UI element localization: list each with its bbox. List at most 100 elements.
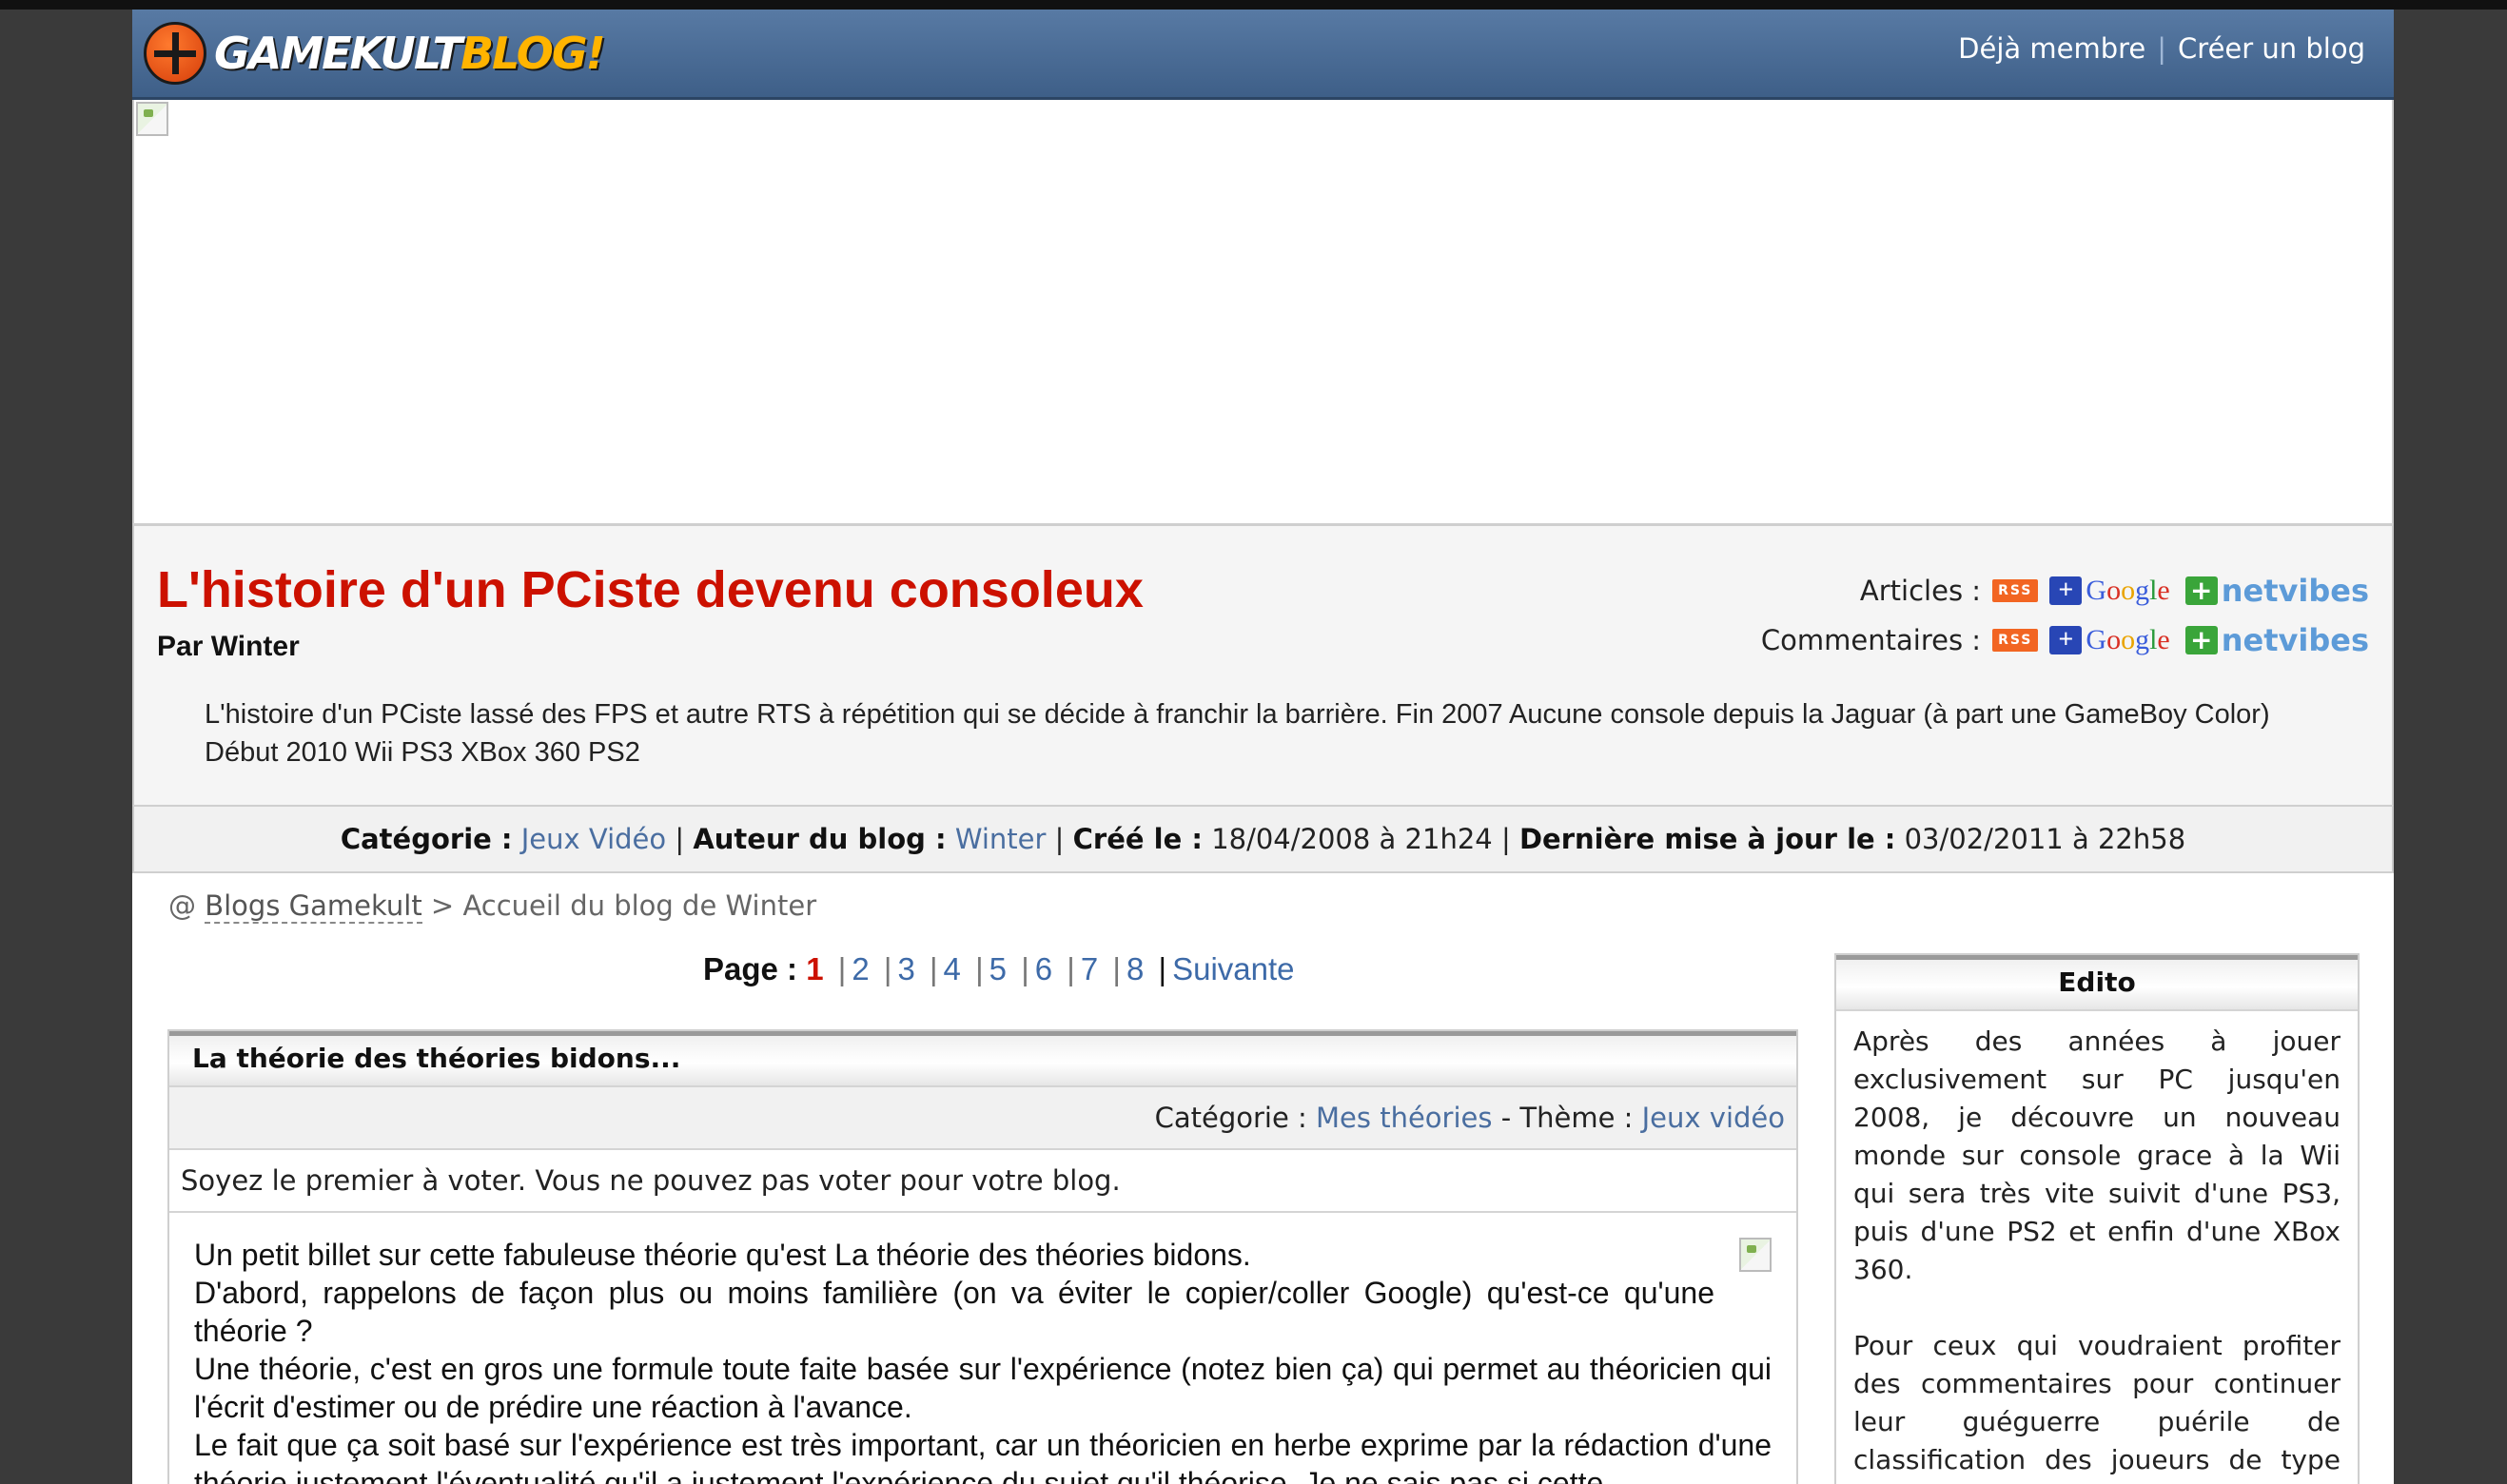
pagination-separator: | (1158, 951, 1167, 986)
article-vote-text: Soyez le premier à voter. Vous ne pouvez… (169, 1150, 1796, 1213)
pagination-separator: | (1067, 951, 1075, 986)
pagination-separator: | (929, 951, 938, 986)
pagination-separator: | (1021, 951, 1029, 986)
google-letter: G (2086, 575, 2107, 606)
article-theme-link[interactable]: Jeux vidéo (1642, 1102, 1785, 1134)
netvibes-label: netvibes (2221, 622, 2369, 658)
meta-separator: | (1054, 823, 1065, 855)
pagination: Page : 1 | 2 | 3 | 4 | 5 | 6 | 7 | 8 | Suivante (703, 951, 1295, 987)
pagination-separator: | (837, 951, 847, 986)
pagination-separator: | (883, 951, 892, 986)
google-letter: g (2135, 575, 2150, 606)
comments-feed-label: Commentaires : (1760, 624, 1982, 656)
comments-google-button[interactable]: + Go o g l e (2049, 624, 2170, 656)
author-label: Auteur du blog : (693, 823, 947, 855)
edito-title: Edito (1836, 955, 2358, 1011)
feed-subscriptions: Articles : RSS + Go o g l e + netvibes Comment… (1761, 566, 2369, 665)
page-link-2[interactable]: 2 (852, 951, 869, 986)
logo-blog-text: BLOG! (460, 28, 606, 79)
page-link-3[interactable]: 3 (897, 951, 914, 986)
articles-feed-label: Articles : (1859, 575, 1982, 607)
page-current: 1 (806, 951, 824, 986)
breadcrumb-home-link[interactable]: Blogs Gamekult (205, 889, 422, 924)
google-letter: e (2157, 624, 2170, 655)
edito-panel: Edito Après des années à jouer exclusive… (1834, 953, 2360, 1484)
plus-icon: + (2049, 576, 2083, 605)
pagination-separator: | (975, 951, 984, 986)
article-post: La théorie des théories bidons... Catégo… (167, 1029, 1798, 1484)
site-logo[interactable]: GAMEKULTBLOG! (144, 19, 606, 88)
google-letter: e (2157, 575, 2170, 606)
page-container: GAMEKULTBLOG! Déjà membre | Créer un blog … (132, 10, 2394, 1484)
page-link-7[interactable]: 7 (1081, 951, 1098, 986)
google-letter: G (2086, 624, 2107, 655)
edito-paragraph: Pour ceux qui voudraient profiter des co… (1853, 1330, 2341, 1484)
google-letter: o (2106, 575, 2122, 606)
article-category-bar: Catégorie : Mes théories - Thème : Jeux … (169, 1087, 1796, 1150)
logo-main-text: GAMEKULT (214, 28, 462, 79)
created-value: 18/04/2008 à 21h24 (1211, 823, 1493, 855)
author-link[interactable]: Winter (955, 823, 1047, 855)
meta-separator: | (675, 823, 685, 855)
header-links: Déjà membre | Créer un blog (1958, 32, 2365, 65)
updated-value: 03/02/2011 à 22h58 (1904, 823, 2186, 855)
ad-banner (132, 100, 2394, 523)
articles-rss-button[interactable]: RSS (1992, 579, 2039, 602)
article-theme-label: - Thème : (1500, 1102, 1634, 1134)
meta-separator: | (1500, 823, 1511, 855)
create-blog-link[interactable]: Créer un blog (2178, 32, 2365, 65)
articles-google-button[interactable]: + Go o g l e (2049, 575, 2170, 607)
google-letter: o (2121, 575, 2136, 606)
comments-feed-row: Commentaires : RSS + Go o g l e + netvibes (1761, 615, 2369, 665)
plus-icon: + (2184, 576, 2218, 605)
google-letter: l (2149, 575, 2158, 606)
comments-netvibes-button[interactable]: + netvibes (2184, 622, 2369, 658)
google-letter: l (2149, 624, 2158, 655)
page-link-8[interactable]: 8 (1126, 951, 1144, 986)
broken-image-icon[interactable] (136, 102, 168, 136)
page-link-6[interactable]: 6 (1035, 951, 1052, 986)
breadcrumb: @ Blogs Gamekult > Accueil du blog de Wi… (168, 889, 817, 924)
blog-title[interactable]: L'histoire d'un PCiste devenu consoleux (157, 560, 1144, 619)
site-header: GAMEKULTBLOG! Déjà membre | Créer un blog (132, 10, 2394, 100)
plus-icon: + (2049, 626, 2083, 654)
plus-icon: + (2184, 626, 2218, 654)
updated-label: Dernière mise à jour le : (1518, 823, 1896, 855)
comments-rss-button[interactable]: RSS (1992, 629, 2039, 652)
page-link-5[interactable]: 5 (989, 951, 1007, 986)
created-label: Créé le : (1072, 823, 1203, 855)
google-letter: o (2106, 624, 2122, 655)
broken-image-icon (1739, 1238, 1772, 1272)
breadcrumb-current: > Accueil du blog de Winter (430, 889, 817, 922)
article-paragraph: Une théorie, c'est en gros une formule t… (194, 1352, 1772, 1424)
articles-feed-row: Articles : RSS + Go o g l e + netvibes (1761, 566, 2369, 615)
page-link-4[interactable]: 4 (944, 951, 961, 986)
already-member-link[interactable]: Déjà membre (1958, 32, 2145, 65)
article-category-label: Catégorie : (1154, 1102, 1307, 1134)
category-label: Catégorie : (340, 823, 513, 855)
article-paragraph: Un petit billet sur cette fabuleuse théo… (194, 1238, 1251, 1272)
pagination-label: Page : (703, 951, 798, 986)
blog-author: Par Winter (157, 631, 300, 662)
netvibes-label: netvibes (2221, 573, 2369, 609)
article-paragraph: Le fait que ça soit basé sur l'expérienc… (194, 1428, 1772, 1484)
article-body: Un petit billet sur cette fabuleuse théo… (169, 1213, 1796, 1484)
edito-body: Après des années à jouer exclusivement s… (1836, 1011, 2358, 1484)
articles-netvibes-button[interactable]: + netvibes (2184, 573, 2369, 609)
top-border (0, 0, 2507, 10)
google-letter: g (2135, 624, 2150, 655)
article-paragraph: D'abord, rappelons de façon plus ou moin… (194, 1276, 1714, 1348)
article-title[interactable]: La théorie des théories bidons... (169, 1031, 1796, 1087)
header-link-separator: | (2157, 32, 2167, 65)
article-category-link[interactable]: Mes théories (1316, 1102, 1492, 1134)
pagination-separator: | (1112, 951, 1121, 986)
blog-description: L'histoire d'un PCiste lassé des FPS et … (205, 699, 2270, 768)
blog-meta-bar: Catégorie : Jeux Vidéo | Auteur du blog … (132, 805, 2394, 873)
edito-paragraph: Après des années à jouer exclusivement s… (1853, 1025, 2341, 1285)
breadcrumb-prefix: @ (168, 889, 196, 922)
logo-text: GAMEKULTBLOG! (214, 28, 606, 79)
google-letter: o (2121, 624, 2136, 655)
next-page-link[interactable]: Suivante (1172, 951, 1294, 986)
crosshair-logo-icon (144, 22, 206, 85)
category-link[interactable]: Jeux Vidéo (521, 823, 666, 855)
